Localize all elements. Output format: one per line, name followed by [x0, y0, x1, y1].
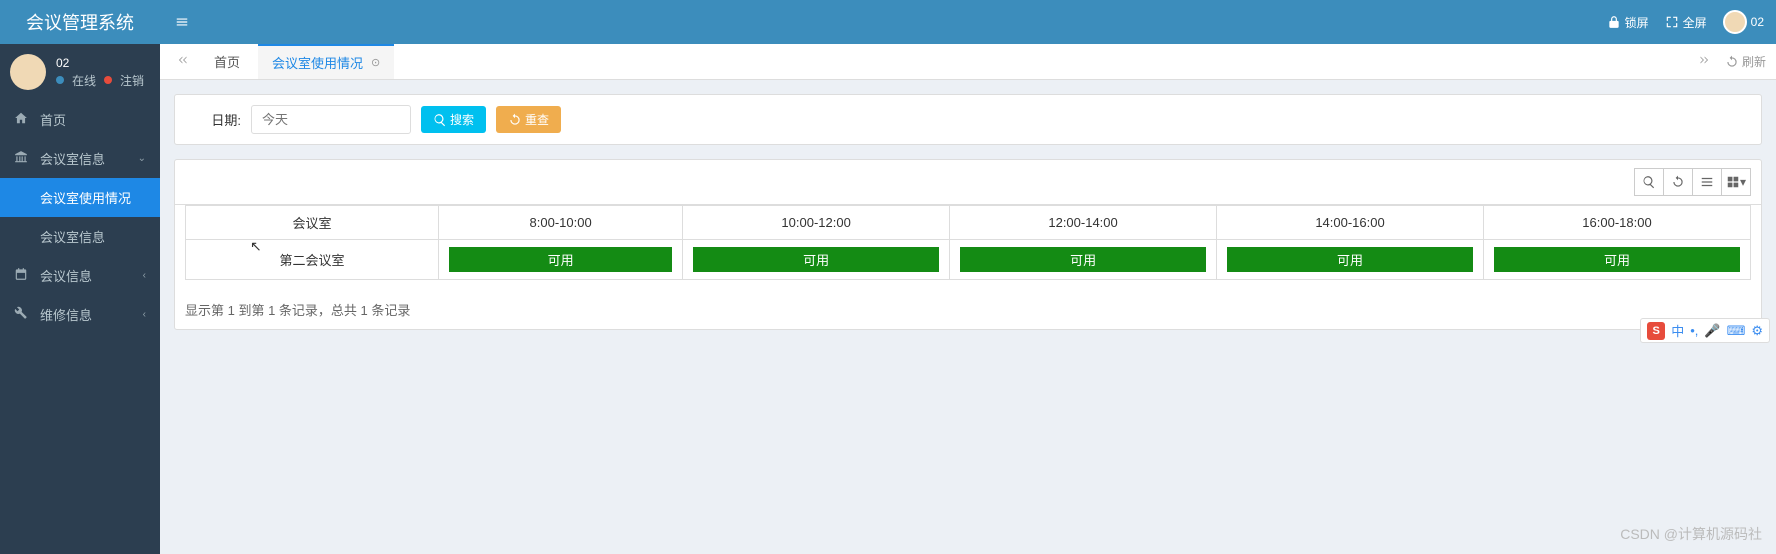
reset-btn-label: 重查	[525, 111, 549, 128]
tab-home[interactable]: 首页	[200, 44, 254, 79]
availability-badge[interactable]: 可用	[1227, 247, 1473, 272]
fullscreen-icon	[1665, 15, 1679, 29]
sidebar-item-home[interactable]: 首页	[0, 100, 160, 139]
calendar-icon	[14, 267, 32, 284]
room-name-cell: 第二会议室	[186, 240, 439, 280]
table-row[interactable]: 第二会议室 可用 可用 可用 可用 可用	[186, 240, 1751, 280]
ime-keyboard-icon: ⌨	[1727, 323, 1746, 339]
fullscreen-button[interactable]: 全屏	[1665, 14, 1707, 31]
date-input[interactable]	[251, 105, 411, 134]
lock-label: 锁屏	[1625, 14, 1649, 31]
bars-icon	[175, 15, 189, 29]
sidebar-label: 会议信息	[40, 266, 92, 285]
ime-mic-icon: 🎤	[1704, 323, 1720, 339]
table-header[interactable]: 会议室	[186, 206, 439, 240]
date-label: 日期:	[191, 110, 241, 129]
home-icon	[14, 111, 32, 128]
sidebar-item-room-usage[interactable]: 会议室使用情况	[0, 178, 160, 217]
chevron-left-icon: ‹	[143, 270, 146, 281]
table-toggle-button[interactable]	[1692, 168, 1722, 196]
ime-logo-icon: S	[1647, 322, 1665, 340]
record-summary: 显示第 1 到第 1 条记录，总共 1 条记录	[175, 290, 1761, 329]
user-menu[interactable]: 02	[1723, 10, 1764, 34]
tab-next-button[interactable]	[1691, 51, 1717, 72]
search-panel: 日期: 搜索 重查	[174, 94, 1762, 145]
table-header[interactable]: 12:00-14:00	[950, 206, 1217, 240]
online-status[interactable]: 在线	[72, 72, 96, 89]
user-name: 02	[56, 56, 144, 70]
table-header[interactable]: 14:00-16:00	[1217, 206, 1484, 240]
online-dot-icon	[56, 76, 64, 84]
tab-prev-button[interactable]	[170, 51, 196, 72]
refresh-label: 刷新	[1742, 53, 1766, 70]
table-columns-button[interactable]: ▾	[1721, 168, 1751, 196]
watermark: CSDN @计算机源码社	[1620, 524, 1762, 544]
refresh-button[interactable]: 刷新	[1725, 51, 1766, 72]
availability-table: 会议室 8:00-10:00 10:00-12:00 12:00-14:00 1…	[185, 205, 1751, 280]
refresh-icon	[1671, 175, 1685, 189]
tab-label: 首页	[214, 52, 240, 71]
wrench-icon	[14, 306, 32, 323]
sidebar-label: 会议室信息	[40, 149, 105, 168]
table-search-button[interactable]	[1634, 168, 1664, 196]
tab-room-usage[interactable]: 会议室使用情况 ⊙	[258, 44, 394, 79]
availability-badge[interactable]: 可用	[960, 247, 1206, 272]
app-logo: 会议管理系统	[0, 0, 160, 44]
sidebar-label: 会议室使用情况	[40, 188, 131, 207]
logout-dot-icon	[104, 76, 112, 84]
refresh-icon	[508, 113, 522, 127]
refresh-icon	[1725, 55, 1739, 69]
ime-settings-icon: ⚙	[1751, 323, 1763, 339]
avatar-icon	[1723, 10, 1747, 34]
table-header[interactable]: 10:00-12:00	[683, 206, 950, 240]
chevron-down-icon: ⌄	[138, 153, 146, 164]
list-icon	[1700, 175, 1714, 189]
search-icon	[433, 113, 447, 127]
sidebar-item-room-detail[interactable]: 会议室信息	[0, 217, 160, 256]
table-header[interactable]: 8:00-10:00	[439, 206, 683, 240]
lock-button[interactable]: 锁屏	[1607, 14, 1649, 31]
table-header[interactable]: 16:00-18:00	[1484, 206, 1751, 240]
user-label: 02	[1751, 15, 1764, 29]
logout-link[interactable]: 注销	[120, 72, 144, 89]
bank-icon	[14, 150, 32, 167]
avatar	[10, 54, 46, 90]
sidebar-label: 首页	[40, 110, 66, 129]
sidebar-item-meeting-info[interactable]: 会议信息 ‹	[0, 256, 160, 295]
search-btn-label: 搜索	[450, 111, 474, 128]
sidebar-label: 维修信息	[40, 305, 92, 324]
close-icon[interactable]: ⊙	[371, 56, 380, 69]
tab-label: 会议室使用情况	[272, 53, 363, 72]
availability-badge[interactable]: 可用	[693, 247, 939, 272]
availability-badge[interactable]: 可用	[449, 247, 672, 272]
sidebar-item-room-info[interactable]: 会议室信息 ⌄	[0, 139, 160, 178]
lock-icon	[1607, 15, 1621, 29]
sidebar-item-maintenance[interactable]: 维修信息 ‹	[0, 295, 160, 334]
fullscreen-label: 全屏	[1683, 14, 1707, 31]
sidebar-toggle-button[interactable]	[160, 0, 204, 44]
search-icon	[1642, 175, 1656, 189]
search-button[interactable]: 搜索	[421, 106, 486, 133]
user-panel: 02 在线 注销	[0, 44, 160, 100]
table-refresh-button[interactable]	[1663, 168, 1693, 196]
double-left-icon	[176, 53, 190, 67]
ime-lang: 中	[1671, 321, 1684, 340]
availability-badge[interactable]: 可用	[1494, 247, 1740, 272]
reset-button[interactable]: 重查	[496, 106, 561, 133]
double-right-icon	[1697, 53, 1711, 67]
ime-punct-icon: •,	[1690, 323, 1698, 338]
sidebar-label: 会议室信息	[40, 227, 105, 246]
ime-widget[interactable]: S 中 •, 🎤 ⌨ ⚙	[1640, 318, 1770, 343]
grid-icon	[1726, 175, 1740, 189]
chevron-left-icon: ‹	[143, 309, 146, 320]
